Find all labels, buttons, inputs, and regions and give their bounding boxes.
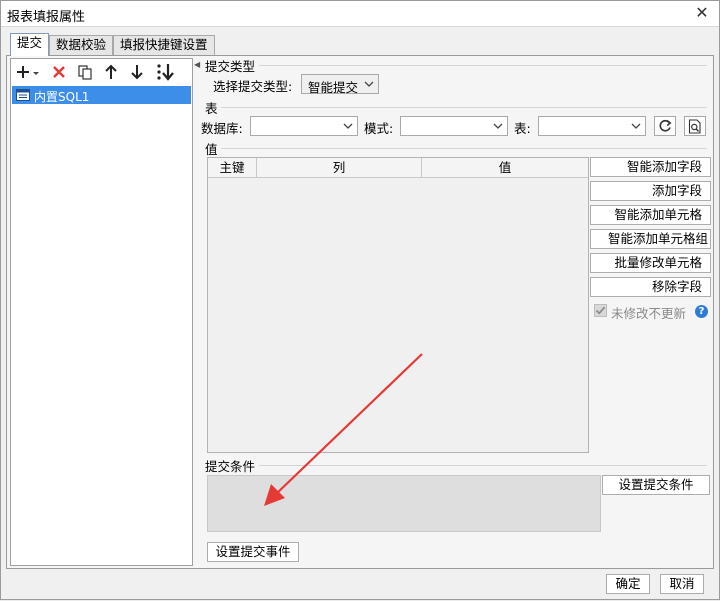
column-header-primary-key[interactable]: 主键 bbox=[208, 158, 257, 178]
refresh-icon bbox=[659, 119, 672, 132]
help-icon[interactable]: ? bbox=[695, 305, 708, 318]
tab-data-validation[interactable]: 数据校验 bbox=[49, 35, 114, 55]
smart-add-cell-group-button[interactable]: 智能添加单元格组 bbox=[590, 229, 711, 249]
chevron-down-icon bbox=[360, 75, 378, 93]
database-select[interactable] bbox=[250, 116, 358, 136]
no-update-unmodified-checkbox[interactable] bbox=[594, 304, 607, 317]
table-section-title: 表 bbox=[205, 101, 218, 116]
delete-x-icon bbox=[53, 66, 65, 78]
checkmark-icon bbox=[595, 306, 606, 315]
field-mapping-table[interactable]: 主键 列 值 bbox=[207, 157, 589, 453]
divider bbox=[259, 465, 707, 466]
submit-type-label: 选择提交类型: bbox=[213, 79, 293, 94]
tab-shortcut-settings[interactable]: 填报快捷键设置 bbox=[113, 35, 215, 55]
preview-table-button[interactable] bbox=[684, 116, 706, 136]
move-up-button[interactable] bbox=[101, 62, 121, 82]
sort-button[interactable] bbox=[153, 62, 177, 82]
database-label: 数据库: bbox=[201, 121, 243, 136]
submit-type-section-title: 提交类型 bbox=[205, 59, 256, 74]
submit-type-value: 智能提交 bbox=[308, 80, 359, 95]
column-header-value[interactable]: 值 bbox=[422, 158, 588, 178]
delete-button[interactable] bbox=[49, 62, 69, 82]
add-field-button[interactable]: 添加字段 bbox=[590, 181, 711, 201]
sql-list-panel: 内置SQL1 bbox=[10, 58, 193, 566]
table-select[interactable] bbox=[538, 116, 646, 136]
close-icon[interactable]: ✕ bbox=[693, 4, 711, 22]
chevron-down-icon bbox=[339, 117, 357, 135]
plus-icon bbox=[17, 66, 39, 78]
sql-table-icon bbox=[16, 89, 30, 101]
remove-field-button[interactable]: 移除字段 bbox=[590, 277, 711, 297]
copy-button[interactable] bbox=[75, 62, 95, 82]
window-title: 报表填报属性 bbox=[7, 10, 86, 25]
tree-item-label: 内置SQL1 bbox=[34, 90, 90, 104]
value-section-title: 值 bbox=[205, 142, 218, 157]
submit-condition-display bbox=[207, 475, 601, 532]
tab-submit[interactable]: 提交 bbox=[10, 33, 50, 56]
refresh-button[interactable] bbox=[654, 116, 676, 136]
submit-settings-area: 提交类型 选择提交类型: 智能提交 表 数据库: 模式: 表: 值 主键 列 值… bbox=[199, 56, 713, 568]
set-submit-event-button[interactable]: 设置提交事件 bbox=[207, 542, 299, 562]
smart-add-cell-button[interactable]: 智能添加单元格 bbox=[590, 205, 711, 225]
copy-icon bbox=[78, 65, 92, 80]
table-header: 主键 列 值 bbox=[208, 158, 588, 178]
sort-icon bbox=[157, 64, 174, 81]
cancel-button[interactable]: 取消 bbox=[660, 574, 704, 594]
chevron-down-icon bbox=[627, 117, 645, 135]
tree-item-sql1[interactable]: 内置SQL1 bbox=[12, 86, 191, 104]
divider bbox=[221, 148, 707, 149]
move-down-button[interactable] bbox=[127, 62, 147, 82]
list-toolbar bbox=[11, 59, 192, 85]
schema-select[interactable] bbox=[400, 116, 508, 136]
column-header-column[interactable]: 列 bbox=[257, 158, 422, 178]
submit-tab-panel: 内置SQL1 ◀ 提交类型 选择提交类型: 智能提交 表 数据库: 模式: 表:… bbox=[6, 55, 714, 569]
table-label: 表: bbox=[514, 121, 531, 136]
ok-button[interactable]: 确定 bbox=[606, 574, 650, 594]
report-fill-properties-dialog: 报表填报属性 ✕ 提交 数据校验 填报快捷键设置 内置SQL1 ◀ 提交类型 选… bbox=[0, 0, 720, 600]
chevron-down-icon bbox=[489, 117, 507, 135]
condition-section-title: 提交条件 bbox=[205, 459, 256, 474]
set-submit-condition-button[interactable]: 设置提交条件 bbox=[602, 475, 710, 495]
preview-search-icon bbox=[688, 118, 701, 134]
schema-label: 模式: bbox=[364, 121, 394, 136]
arrow-down-icon bbox=[131, 65, 143, 80]
no-update-unmodified-label: 未修改不更新 bbox=[611, 306, 687, 321]
divider bbox=[259, 65, 707, 66]
arrow-up-icon bbox=[105, 64, 117, 79]
smart-add-field-button[interactable]: 智能添加字段 bbox=[590, 157, 711, 177]
add-dropdown-button[interactable] bbox=[15, 62, 43, 82]
title-bar: 报表填报属性 ✕ bbox=[1, 1, 719, 27]
batch-modify-cell-button[interactable]: 批量修改单元格 bbox=[590, 253, 711, 273]
submit-type-select[interactable]: 智能提交 bbox=[301, 74, 379, 95]
divider bbox=[221, 107, 707, 108]
